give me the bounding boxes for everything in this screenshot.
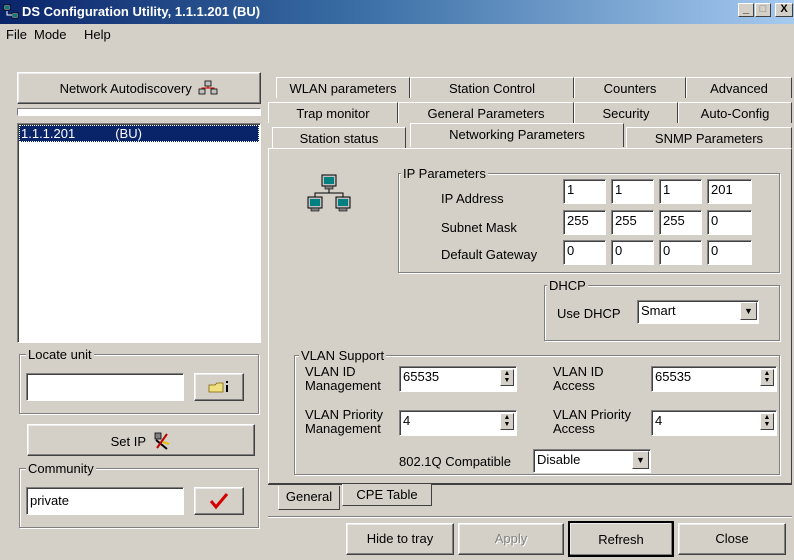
vlan-priority-management-spinner[interactable]: 4 ▲ ▼ (399, 410, 517, 436)
app-network-icon (3, 4, 19, 19)
spinner-arrows-icon[interactable]: ▲ ▼ (760, 413, 774, 430)
autodiscovery-progress-bar (17, 108, 261, 116)
maximize-button[interactable]: □ (755, 3, 771, 17)
gateway-octet-3[interactable]: 0 (659, 240, 702, 265)
menu-bar: File Mode Help (0, 24, 794, 46)
subnet-mask-label: Subnet Mask (441, 220, 517, 235)
network-autodiscovery-button[interactable]: Network Autodiscovery (17, 72, 261, 104)
network-autodiscovery-label: Network Autodiscovery (59, 81, 192, 96)
unit-ip: 1.1.1.201 (21, 126, 76, 141)
apply-button[interactable]: Apply (458, 523, 564, 555)
dhcp-legend: DHCP (547, 278, 588, 293)
vlan-priority-access-value: 4 (655, 413, 663, 428)
community-group: Community private (19, 461, 259, 528)
8021q-compatible-value: Disable (537, 452, 581, 467)
set-ip-button[interactable]: Set IP (27, 424, 255, 456)
set-ip-label: Set IP (110, 434, 146, 449)
tab-wlan-parameters[interactable]: WLAN parameters (276, 77, 410, 98)
tab-general[interactable]: General (278, 486, 340, 510)
tab-trap-monitor[interactable]: Trap monitor (268, 102, 398, 123)
use-dhcp-value: Smart (641, 303, 676, 318)
dropdown-arrow-icon[interactable]: ▼ (632, 451, 649, 469)
vlan-support-group: VLAN Support VLAN ID Management 65535 ▲ ▼ … (294, 348, 780, 475)
unit-list[interactable]: 1.1.1.201 (BU) (17, 123, 261, 343)
vlan-priority-management-value: 4 (403, 413, 411, 428)
locate-unit-group: Locate unit (19, 347, 259, 414)
spinner-arrows-icon[interactable]: ▲ ▼ (500, 369, 514, 386)
minimize-button[interactable]: _ (738, 3, 754, 17)
vlan-priority-management-label: VLAN Priority Management (305, 407, 384, 436)
tab-networking-parameters[interactable]: Networking Parameters (410, 123, 624, 147)
locate-unit-button[interactable] (194, 373, 244, 401)
default-gateway-label: Default Gateway (441, 247, 538, 262)
close-window-button[interactable]: X (775, 3, 793, 17)
tab-security[interactable]: Security (574, 102, 678, 123)
spinner-arrows-icon[interactable]: ▲ ▼ (500, 413, 514, 430)
menu-mode[interactable]: Mode (34, 27, 67, 42)
community-legend: Community (26, 461, 96, 476)
tab-cpe-table[interactable]: CPE Table (342, 484, 432, 506)
locate-unit-input[interactable] (26, 373, 184, 401)
subnet-mask-octet-4[interactable]: 0 (707, 210, 752, 235)
unit-list-item-selected[interactable]: 1.1.1.201 (BU) (19, 125, 259, 142)
vlan-id-management-value: 65535 (403, 369, 440, 384)
close-button[interactable]: Close (678, 523, 786, 555)
vlan-id-management-spinner[interactable]: 65535 ▲ ▼ (399, 366, 517, 392)
bottom-separator (268, 516, 792, 517)
autodiscovery-network-icon (199, 80, 218, 95)
use-dhcp-label: Use DHCP (557, 306, 621, 321)
gateway-octet-2[interactable]: 0 (611, 240, 654, 265)
refresh-button[interactable]: Refresh (568, 521, 674, 557)
8021q-compatible-label: 802.1Q Compatible (399, 454, 512, 469)
tab-counters[interactable]: Counters (574, 77, 686, 98)
ip-address-octet-2[interactable]: 1 (611, 179, 654, 204)
ip-address-label: IP Address (441, 191, 504, 206)
vlan-id-management-label: VLAN ID Management (305, 364, 381, 393)
unit-role: (BU) (115, 126, 142, 141)
tab-advanced[interactable]: Advanced (686, 77, 792, 98)
tab-auto-config[interactable]: Auto-Config (678, 102, 792, 123)
spinner-arrows-icon[interactable]: ▲ ▼ (760, 369, 774, 386)
subnet-mask-octet-2[interactable]: 255 (611, 210, 654, 235)
8021q-compatible-select[interactable]: Disable ▼ (533, 449, 651, 473)
ip-address-octet-1[interactable]: 1 (563, 179, 606, 204)
tab-general-parameters[interactable]: General Parameters (398, 102, 574, 123)
vlan-id-access-value: 65535 (655, 369, 692, 384)
locate-unit-legend: Locate unit (26, 347, 94, 362)
community-apply-button[interactable] (194, 487, 244, 515)
menu-help[interactable]: Help (84, 27, 111, 42)
gateway-octet-1[interactable]: 0 (563, 240, 606, 265)
vlan-priority-access-label: VLAN Priority Access (553, 407, 632, 436)
hide-to-tray-button[interactable]: Hide to tray (346, 523, 454, 555)
subnet-mask-octet-1[interactable]: 255 (563, 210, 606, 235)
tab-snmp-parameters[interactable]: SNMP Parameters (626, 127, 792, 148)
window-title: DS Configuration Utility, 1.1.1.201 (BU) (22, 4, 261, 19)
ip-parameters-legend: IP Parameters (401, 166, 488, 181)
title-bar[interactable]: DS Configuration Utility, 1.1.1.201 (BU)… (0, 0, 794, 24)
network-computers-icon (307, 174, 351, 212)
tab-station-control[interactable]: Station Control (410, 77, 574, 98)
checkmark-icon (209, 493, 229, 510)
community-input[interactable]: private (26, 487, 184, 515)
menu-file[interactable]: File (6, 27, 27, 42)
dhcp-group: DHCP Use DHCP Smart ▼ (544, 278, 780, 341)
vlan-id-access-spinner[interactable]: 65535 ▲ ▼ (651, 366, 777, 392)
vlan-support-legend: VLAN Support (299, 348, 387, 363)
set-ip-tools-icon (155, 432, 170, 450)
use-dhcp-select[interactable]: Smart ▼ (637, 300, 759, 324)
gateway-octet-4[interactable]: 0 (707, 240, 752, 265)
subnet-mask-octet-3[interactable]: 255 (659, 210, 702, 235)
tab-station-status[interactable]: Station status (272, 127, 406, 148)
ip-address-octet-3[interactable]: 1 (659, 179, 702, 204)
vlan-id-access-label: VLAN ID Access (553, 364, 604, 393)
locate-unit-icon (208, 381, 228, 393)
dropdown-arrow-icon[interactable]: ▼ (740, 302, 757, 320)
ip-address-octet-4[interactable]: 201 (707, 179, 752, 204)
ip-parameters-group: IP Parameters IP Address 1 1 1 201 Subne… (398, 166, 780, 273)
vlan-priority-access-spinner[interactable]: 4 ▲ ▼ (651, 410, 777, 436)
